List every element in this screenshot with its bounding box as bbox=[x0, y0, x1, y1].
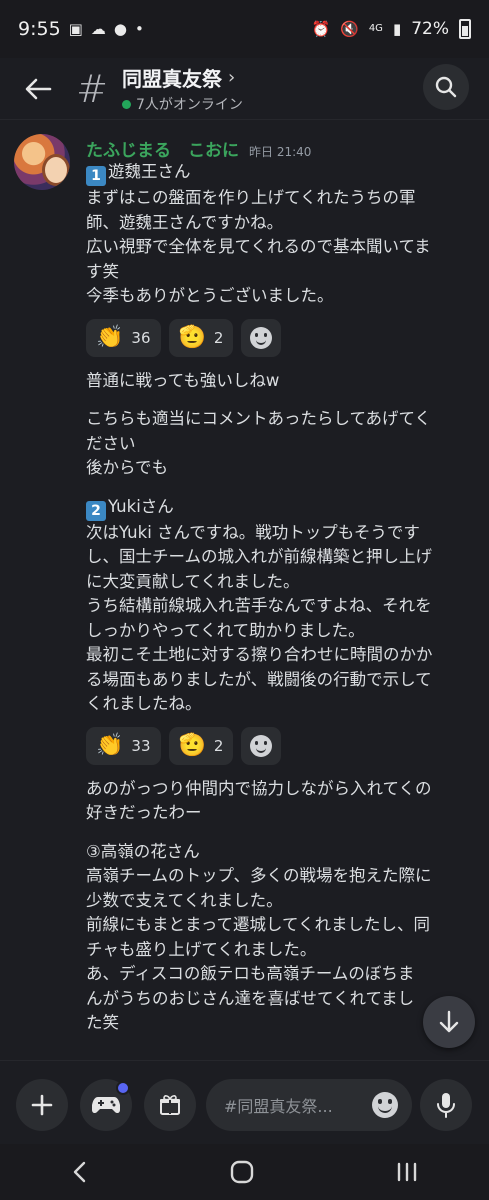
message-list[interactable]: たふじまる こおに 昨日 21:40 1 遊魏王さん まずはこの盤面を作り上げてく… bbox=[0, 120, 489, 1060]
text-line: に大変貢献してくれました。 bbox=[86, 571, 300, 591]
cloud-icon: ☁ bbox=[90, 20, 106, 38]
alarm-icon: ⏰ bbox=[311, 20, 331, 38]
number-badge: 1 bbox=[86, 166, 106, 186]
add-attachment-button[interactable] bbox=[16, 1079, 68, 1131]
text-line: 好きだったわー bbox=[86, 803, 202, 822]
gallery-icon: ▣ bbox=[68, 20, 83, 38]
text-line: 広い視野で全体を見てくれるので基本聞いてま bbox=[86, 237, 431, 256]
chevron-right-icon: › bbox=[228, 67, 236, 88]
text-line: 後からでも bbox=[86, 458, 169, 477]
smiley-icon bbox=[250, 734, 273, 757]
text-line: あ、ディスコの飯テロも高嶺チームのぼちま bbox=[86, 964, 415, 983]
reaction-clap[interactable]: 👏 36 bbox=[86, 318, 161, 357]
text-line: 師、遊魏王さんですかね。 bbox=[86, 212, 284, 232]
text-line: 高嶺チームのトップ、多くの戦場を抱えた際に bbox=[86, 866, 432, 885]
activities-button[interactable] bbox=[80, 1079, 132, 1131]
reaction-bar: 👏 33 🫡 2 bbox=[86, 726, 476, 765]
voice-message-button[interactable] bbox=[420, 1079, 472, 1131]
smiley-icon bbox=[250, 326, 273, 349]
nav-home-icon[interactable] bbox=[229, 1159, 255, 1185]
text-line: んがうちのおじさん達を喜ばせてくれてまし bbox=[86, 988, 415, 1008]
battery-percent: 72% bbox=[411, 19, 449, 39]
mute-icon: 🔇 bbox=[340, 20, 359, 38]
text-line: くれましたね。 bbox=[86, 694, 202, 713]
reaction-bar: 👏 36 🫡 2 bbox=[86, 318, 476, 357]
message-header: たふじまる こおに 昨日 21:40 bbox=[86, 136, 311, 161]
salute-icon: 🫡 bbox=[178, 325, 206, 350]
hash-icon: # bbox=[76, 66, 108, 111]
gamepad-icon bbox=[92, 1097, 120, 1114]
section-title: ③高嶺の花さん bbox=[86, 841, 200, 861]
text-line: まずはこの盤面を作り上げてくれたうちの軍 bbox=[86, 188, 416, 207]
reaction-count: 33 bbox=[131, 736, 151, 755]
reaction-salute[interactable]: 🫡 2 bbox=[168, 318, 234, 357]
text-line: 次はYuki さんですね。戦功トップもそうです bbox=[86, 522, 420, 542]
back-button[interactable] bbox=[18, 69, 58, 109]
gift-icon bbox=[160, 1095, 180, 1115]
add-reaction-button[interactable] bbox=[241, 318, 282, 357]
online-count: 7人がオンライン bbox=[136, 97, 243, 113]
text-line: 普通に戦っても強いしねw bbox=[86, 370, 280, 390]
emoji-picker-icon[interactable] bbox=[372, 1092, 398, 1118]
message-timestamp: 昨日 21:40 bbox=[249, 145, 312, 159]
reaction-count: 36 bbox=[131, 328, 151, 347]
arrow-down-icon bbox=[439, 1010, 459, 1033]
search-button[interactable] bbox=[423, 64, 469, 110]
reaction-count: 2 bbox=[213, 736, 224, 755]
network-label: 4G bbox=[368, 23, 383, 34]
nav-recents-icon[interactable] bbox=[395, 1161, 419, 1183]
author-name[interactable]: たふじまる こおに bbox=[86, 136, 239, 161]
text-line: 前線にもまとまって遷城してくれましたし、同 bbox=[86, 915, 431, 934]
text-line: ださい bbox=[86, 433, 136, 453]
nav-back-icon[interactable] bbox=[70, 1160, 90, 1184]
search-icon bbox=[435, 76, 457, 98]
text-line: る場面もありましたが、戦闘後の行動で示して bbox=[86, 669, 432, 689]
text-line: あのがっつり仲間内で協力しながら入れてくの bbox=[86, 778, 432, 798]
text-line: うち結構前線城入れ苦手なんですよね、それを bbox=[86, 596, 432, 615]
sports-icon: ● bbox=[113, 20, 127, 38]
text-line: た笑 bbox=[86, 1013, 119, 1032]
message-body: 1 遊魏王さん まずはこの盤面を作り上げてくれたうちの軍 師、遊魏王さんですかね。… bbox=[86, 160, 476, 1036]
number-badge: 2 bbox=[86, 500, 106, 521]
channel-title-area[interactable]: 同盟真友祭 › 7人がオンライン bbox=[122, 63, 243, 114]
online-dot-icon bbox=[122, 99, 131, 109]
message-input[interactable]: #同盟真友祭... bbox=[206, 1079, 412, 1131]
reaction-clap[interactable]: 👏 33 bbox=[86, 726, 161, 765]
clap-icon: 👏 bbox=[96, 325, 124, 350]
clap-icon: 👏 bbox=[96, 733, 124, 758]
battery-icon bbox=[459, 19, 471, 39]
text-line: し、国士チームの城入れが前線構築と押し上げ bbox=[86, 547, 433, 566]
text-line: 今季もありがとうございました。 bbox=[86, 286, 334, 305]
notification-dot bbox=[116, 1081, 130, 1095]
add-reaction-button[interactable] bbox=[241, 726, 282, 765]
status-bar: 9:55 ▣ ☁ ● • ⏰ 🔇 4G ▮ 72% bbox=[0, 0, 489, 58]
signal-icon: ▮ bbox=[392, 20, 402, 38]
text-line: しっかりやってくれて助かりました。 bbox=[86, 620, 365, 640]
plus-icon bbox=[31, 1094, 53, 1116]
microphone-icon bbox=[437, 1093, 455, 1118]
text-line: チャも盛り上げてくれました。 bbox=[86, 939, 317, 959]
message-input-placeholder: #同盟真友祭... bbox=[224, 1097, 333, 1116]
reaction-salute[interactable]: 🫡 2 bbox=[168, 726, 234, 765]
text-line: 最初こそ土地に対する擦り合わせに時間のかか bbox=[86, 645, 433, 664]
reaction-count: 2 bbox=[213, 328, 224, 347]
text-line: こちらも適当にコメントあったらしてあげてく bbox=[86, 409, 432, 428]
gift-button[interactable] bbox=[144, 1079, 196, 1131]
section-title: 1 遊魏王さん bbox=[86, 160, 476, 186]
channel-title: 同盟真友祭 bbox=[122, 67, 222, 91]
status-time: 9:55 bbox=[18, 18, 61, 40]
avatar[interactable] bbox=[14, 134, 70, 190]
salute-icon: 🫡 bbox=[178, 733, 206, 758]
more-notifications-icon: • bbox=[134, 20, 144, 38]
jump-to-bottom-button[interactable] bbox=[423, 996, 475, 1048]
message-composer: #同盟真友祭... bbox=[0, 1060, 489, 1144]
channel-header: # 同盟真友祭 › 7人がオンライン bbox=[0, 58, 489, 120]
arrow-left-icon bbox=[25, 78, 52, 99]
text-line: 少数で支えてくれました。 bbox=[86, 890, 283, 910]
system-nav-bar bbox=[0, 1144, 489, 1200]
section-title: 2 Yukiさん bbox=[86, 495, 476, 521]
text-line: す笑 bbox=[86, 261, 119, 281]
